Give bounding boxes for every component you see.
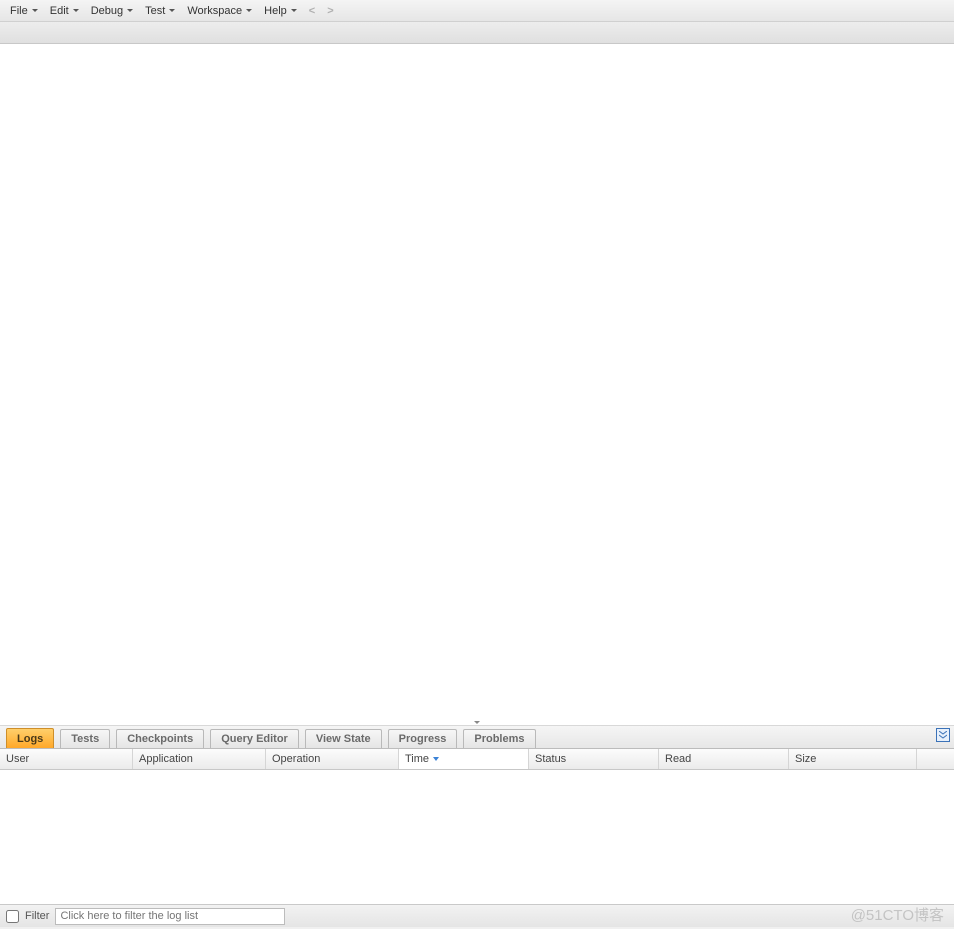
tab-problems[interactable]: Problems <box>463 729 535 748</box>
menu-workspace[interactable]: Workspace <box>181 0 258 21</box>
chevron-down-icon <box>73 9 79 12</box>
chevron-down-icon <box>127 9 133 12</box>
filter-label: Filter <box>25 910 49 922</box>
column-header-spacer <box>917 749 954 769</box>
column-label: Read <box>665 753 691 765</box>
column-label: Size <box>795 753 816 765</box>
column-header-size[interactable]: Size <box>789 749 917 769</box>
sort-desc-icon <box>433 757 439 761</box>
nav-forward-button[interactable]: > <box>321 5 339 17</box>
nav-back-button[interactable]: < <box>303 5 321 17</box>
column-label: Application <box>139 753 193 765</box>
column-label: Status <box>535 753 566 765</box>
chevron-down-icon <box>246 9 252 12</box>
chevron-down-icon <box>32 9 38 12</box>
menu-bar: File Edit Debug Test Workspace Help < > <box>0 0 954 22</box>
column-label: User <box>6 753 29 765</box>
column-header-operation[interactable]: Operation <box>266 749 399 769</box>
log-grid-header: User Application Operation Time Status R… <box>0 749 954 770</box>
menu-label: Help <box>264 5 287 17</box>
menu-help[interactable]: Help <box>258 0 303 21</box>
tab-progress[interactable]: Progress <box>388 729 458 748</box>
tab-logs[interactable]: Logs <box>6 728 54 748</box>
filter-bar: Filter <box>0 904 954 927</box>
menu-label: Test <box>145 5 165 17</box>
menu-label: Workspace <box>187 5 242 17</box>
menu-debug[interactable]: Debug <box>85 0 139 21</box>
menu-label: File <box>10 5 28 17</box>
column-header-read[interactable]: Read <box>659 749 789 769</box>
bottom-panel-tabs: Logs Tests Checkpoints Query Editor View… <box>0 726 954 749</box>
tab-tests[interactable]: Tests <box>60 729 110 748</box>
column-label: Time <box>405 753 429 765</box>
tab-label: Problems <box>474 733 524 745</box>
chevron-down-icon <box>474 721 480 724</box>
column-header-application[interactable]: Application <box>133 749 266 769</box>
column-header-time[interactable]: Time <box>399 749 529 769</box>
menu-file[interactable]: File <box>4 0 44 21</box>
tab-view-state[interactable]: View State <box>305 729 382 748</box>
menu-edit[interactable]: Edit <box>44 0 85 21</box>
splitter-handle[interactable] <box>462 718 492 726</box>
column-header-status[interactable]: Status <box>529 749 659 769</box>
tab-label: Progress <box>399 733 447 745</box>
filter-input[interactable] <box>55 908 285 925</box>
filter-checkbox[interactable] <box>6 910 19 923</box>
panel-expand-button[interactable] <box>936 728 950 742</box>
tab-label: Logs <box>17 733 43 745</box>
menu-label: Debug <box>91 5 123 17</box>
toolbar-strip <box>0 22 954 44</box>
chevrons-down-icon <box>939 731 947 739</box>
tab-label: Checkpoints <box>127 733 193 745</box>
chevron-down-icon <box>169 9 175 12</box>
log-grid-body[interactable] <box>0 770 954 904</box>
tab-label: Tests <box>71 733 99 745</box>
menu-test[interactable]: Test <box>139 0 181 21</box>
tab-label: View State <box>316 733 371 745</box>
column-label: Operation <box>272 753 320 765</box>
column-header-user[interactable]: User <box>0 749 133 769</box>
tab-label: Query Editor <box>221 733 288 745</box>
tab-query-editor[interactable]: Query Editor <box>210 729 299 748</box>
editor-area <box>0 44 954 726</box>
chevron-down-icon <box>291 9 297 12</box>
menu-label: Edit <box>50 5 69 17</box>
tab-checkpoints[interactable]: Checkpoints <box>116 729 204 748</box>
